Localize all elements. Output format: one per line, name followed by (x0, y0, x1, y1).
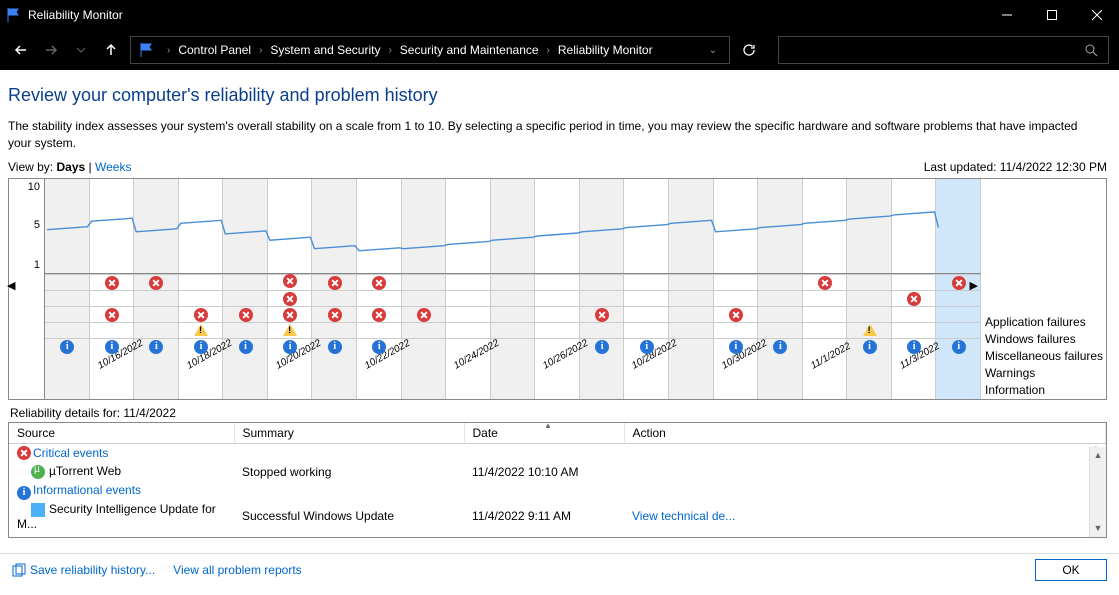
chart-legend: Application failures Windows failures Mi… (981, 179, 1106, 399)
details-title: Reliability details for: 11/4/2022 (10, 406, 1107, 420)
viewby-weeks[interactable]: Weeks (95, 160, 131, 174)
chart-plot[interactable]: 10/16/202210/18/202210/20/202210/22/2022… (45, 179, 981, 399)
utorrent-icon (31, 465, 45, 479)
app-flag-icon (6, 7, 22, 23)
close-button[interactable] (1074, 0, 1119, 30)
content-area: Review your computer's reliability and p… (0, 70, 1119, 563)
y-axis: 10 5 1 (9, 179, 45, 399)
table-row[interactable]: Security Intelligence Update for M... Su… (9, 500, 1106, 533)
view-details-link[interactable]: View technical de... (632, 509, 735, 523)
forward-button[interactable] (40, 39, 62, 61)
minimize-button[interactable] (984, 0, 1029, 30)
details-table: Source Summary ▲Date Action Critical eve… (8, 422, 1107, 538)
breadcrumb-flag-icon (139, 42, 155, 58)
crumb-3[interactable]: Reliability Monitor (558, 43, 653, 57)
reliability-chart[interactable]: ◀ 10 5 1 10/16/202210/18/202210/20/20221… (8, 178, 1107, 400)
refresh-button[interactable] (738, 39, 760, 61)
details-scrollbar[interactable]: ▲ ▼ (1089, 447, 1106, 537)
page-title: Review your computer's reliability and p… (8, 85, 1107, 106)
save-icon (12, 563, 26, 577)
table-row[interactable]: µTorrent Web Stopped working 11/4/2022 1… (9, 462, 1106, 481)
windows-update-icon (31, 503, 45, 517)
title-bar: Reliability Monitor (0, 0, 1119, 30)
view-all-link[interactable]: View all problem reports (173, 563, 302, 577)
chevron-down-icon[interactable]: ⌄ (705, 45, 721, 56)
window-title: Reliability Monitor (28, 8, 123, 22)
save-history-link[interactable]: Save reliability history... (30, 563, 155, 577)
last-updated: Last updated: 11/4/2022 12:30 PM (924, 160, 1107, 174)
group-informational[interactable]: Informational eventsˆ (9, 481, 1106, 500)
footer-bar: Save reliability history... View all pro… (0, 553, 1119, 585)
crumb-2[interactable]: Security and Maintenance (400, 43, 539, 57)
search-input[interactable] (778, 36, 1109, 64)
recent-button[interactable] (70, 39, 92, 61)
group-critical[interactable]: Critical eventsˆ (9, 443, 1106, 462)
scroll-up-icon[interactable]: ▲ (1090, 447, 1106, 464)
viewby-days[interactable]: Days (56, 160, 85, 174)
col-action[interactable]: Action (624, 423, 1106, 444)
chart-next-button[interactable]: ▶ (970, 279, 978, 292)
back-button[interactable] (10, 39, 32, 61)
search-icon (1084, 43, 1098, 57)
description-text: The stability index assesses your system… (8, 118, 1088, 152)
breadcrumb[interactable]: › Control Panel› System and Security› Se… (130, 36, 730, 64)
col-source[interactable]: Source (9, 423, 234, 444)
viewby-label: View by: (8, 160, 53, 174)
nav-bar: › Control Panel› System and Security› Se… (0, 30, 1119, 70)
crumb-1[interactable]: System and Security (270, 43, 380, 57)
up-button[interactable] (100, 39, 122, 61)
col-date[interactable]: ▲Date (464, 423, 624, 444)
scroll-down-icon[interactable]: ▼ (1090, 520, 1106, 537)
ok-button[interactable]: OK (1035, 559, 1107, 581)
crumb-0[interactable]: Control Panel (178, 43, 251, 57)
maximize-button[interactable] (1029, 0, 1074, 30)
col-summary[interactable]: Summary (234, 423, 464, 444)
sort-asc-icon: ▲ (544, 421, 552, 430)
